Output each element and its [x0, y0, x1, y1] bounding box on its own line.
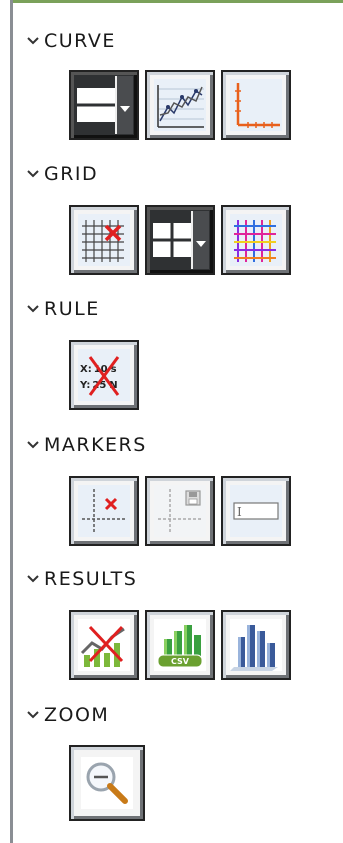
section-curve-header[interactable]: CURVE [26, 30, 116, 52]
section-results: RESULTS [26, 568, 137, 590]
marker-remove-icon [78, 485, 130, 537]
results-csv-export-button[interactable]: CSV [145, 610, 215, 680]
csv-export-icon: CSV [154, 619, 206, 671]
section-title: GRID [44, 163, 99, 185]
section-zoom-header[interactable]: ZOOM [26, 704, 109, 726]
curve-axes-button[interactable] [221, 70, 291, 140]
section-grid: GRID [26, 163, 98, 185]
results-remove-button[interactable] [69, 610, 139, 680]
markers-toolbar: I [69, 476, 297, 546]
grid-remove-button[interactable] [69, 205, 139, 275]
results-toolbar: CSV [69, 610, 297, 680]
section-title: RULE [44, 298, 100, 320]
markers-remove-button[interactable] [69, 476, 139, 546]
markers-save-button[interactable] [145, 476, 215, 546]
rule-remove-icon: X:10s Y:25N [78, 349, 130, 401]
results-remove-icon [78, 619, 130, 671]
rule-x-label: X: [80, 364, 92, 375]
section-rule-header[interactable]: RULE [26, 298, 100, 320]
zoom-toolbar [69, 745, 151, 821]
section-title: ZOOM [44, 704, 110, 726]
section-markers: MARKERS [26, 434, 147, 456]
chevron-down-icon [27, 37, 39, 45]
section-rule: RULE [26, 298, 100, 320]
chevron-down-icon [27, 170, 39, 178]
bar-chart-3d-icon [230, 619, 282, 671]
line-chart-icon [154, 79, 206, 131]
panel-top-border [10, 0, 343, 3]
axes-icon [230, 79, 282, 131]
section-curve: CURVE [26, 30, 116, 52]
section-grid-header[interactable]: GRID [26, 163, 98, 185]
dropdown-arrow[interactable] [191, 211, 209, 269]
rule-toolbar: X:10s Y:25N [69, 340, 145, 410]
marker-save-icon [154, 485, 206, 537]
grid-layout-dropdown-button[interactable] [145, 205, 215, 275]
color-grid-icon [230, 214, 282, 266]
chevron-down-icon [27, 575, 39, 583]
dropdown-arrow[interactable] [115, 76, 133, 134]
curve-toolbar [69, 70, 297, 140]
grid-toolbar [69, 205, 297, 275]
rule-remove-button[interactable]: X:10s Y:25N [69, 340, 139, 410]
text-cursor: I [237, 505, 242, 519]
zoom-out-button[interactable] [69, 745, 145, 821]
section-markers-header[interactable]: MARKERS [26, 434, 147, 456]
chevron-down-icon [27, 305, 39, 313]
section-zoom: ZOOM [26, 704, 109, 726]
zoom-out-icon [81, 757, 133, 809]
rule-y-label: Y: [79, 380, 90, 391]
chevron-down-icon [27, 711, 39, 719]
section-title: CURVE [44, 30, 116, 52]
csv-label: CSV [171, 657, 190, 666]
markers-input-button[interactable]: I [221, 476, 291, 546]
text-field-icon: I [230, 485, 282, 537]
section-results-header[interactable]: RESULTS [26, 568, 137, 590]
panel-left-border [10, 0, 13, 843]
curve-layout-dropdown-button[interactable] [69, 70, 139, 140]
section-title: MARKERS [44, 434, 147, 456]
grid-color-button[interactable] [221, 205, 291, 275]
chevron-down-icon [27, 441, 39, 449]
results-3d-chart-button[interactable] [221, 610, 291, 680]
curve-line-chart-button[interactable] [145, 70, 215, 140]
grid-remove-icon [78, 214, 130, 266]
section-title: RESULTS [44, 568, 138, 590]
